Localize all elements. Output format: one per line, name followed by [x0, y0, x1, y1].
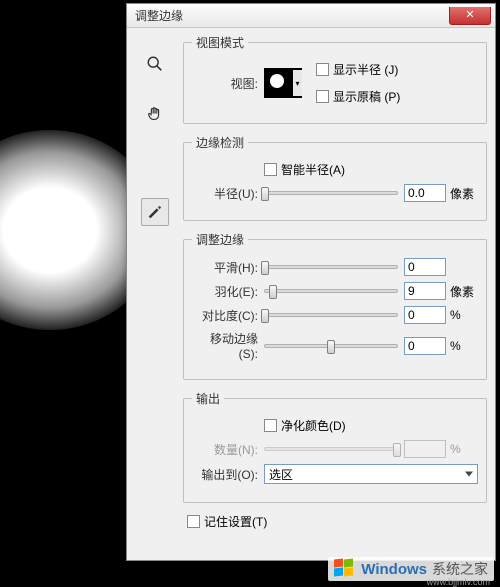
checkbox-box: [264, 419, 277, 432]
radius-input[interactable]: [404, 184, 446, 202]
output-to-value: 选区: [269, 466, 293, 483]
radius-slider[interactable]: [264, 191, 398, 195]
slider-thumb[interactable]: [261, 187, 269, 201]
shift-edge-unit: %: [450, 339, 478, 353]
smooth-input[interactable]: [404, 258, 446, 276]
view-mode-dropdown[interactable]: ▾: [264, 68, 302, 98]
tool-column: [135, 50, 175, 226]
shift-edge-slider[interactable]: [264, 344, 398, 348]
view-label: 视图:: [192, 75, 264, 92]
output-legend: 输出: [192, 390, 224, 407]
output-to-label: 输出到(O):: [192, 466, 264, 483]
chevron-down-icon: [465, 472, 473, 477]
dialog-title: 调整边缘: [135, 7, 183, 24]
amount-label: 数量(N):: [192, 441, 264, 458]
watermark-brand: Windows: [361, 561, 427, 578]
slider-thumb[interactable]: [261, 309, 269, 323]
shift-edge-label: 移动边缘(S):: [192, 330, 264, 361]
close-button[interactable]: ✕: [449, 7, 491, 25]
zoom-tool-button[interactable]: [141, 50, 169, 78]
feather-label: 羽化(E):: [192, 283, 264, 300]
radius-unit: 像素: [450, 185, 478, 202]
feather-input[interactable]: [404, 282, 446, 300]
watermark-url: www.bjjmlv.com: [427, 577, 490, 587]
amount-input: [404, 440, 446, 458]
adjust-edge-group: 调整边缘 平滑(H): 羽化(E): 像素: [183, 231, 487, 380]
view-mode-legend: 视图模式: [192, 34, 248, 51]
output-to-select[interactable]: 选区: [264, 464, 478, 484]
checkbox-box: [187, 515, 200, 528]
show-radius-label: 显示半径 (J): [333, 61, 398, 78]
slider-thumb[interactable]: [327, 340, 335, 354]
amount-unit: %: [450, 442, 478, 456]
output-group: 输出 净化颜色(D) 数量(N): % 输出到(O):: [183, 390, 487, 503]
contrast-unit: %: [450, 308, 478, 322]
decontaminate-checkbox[interactable]: 净化颜色(D): [264, 417, 346, 434]
shift-edge-input[interactable]: [404, 337, 446, 355]
brush-icon: [146, 203, 164, 221]
view-mode-group: 视图模式 视图: ▾ 显示半径 (J) 显示原稿 (: [183, 34, 487, 124]
watermark-brand-cn: 系统之家: [432, 559, 488, 579]
smart-radius-label: 智能半径(A): [281, 161, 345, 178]
checkbox-box: [316, 90, 329, 103]
smooth-label: 平滑(H):: [192, 259, 264, 276]
refine-brush-tool-button[interactable]: [141, 198, 169, 226]
decontaminate-label: 净化颜色(D): [281, 417, 346, 434]
checkbox-box: [264, 163, 277, 176]
close-icon: ✕: [465, 9, 474, 21]
radius-label: 半径(U):: [192, 185, 264, 202]
show-original-label: 显示原稿 (P): [333, 88, 400, 105]
checkbox-box: [316, 63, 329, 76]
contrast-label: 对比度(C):: [192, 307, 264, 324]
titlebar: 调整边缘 ✕: [127, 4, 495, 28]
feather-slider[interactable]: [264, 289, 398, 293]
refine-edge-dialog: 调整边缘 ✕ 视图模式 视图:: [126, 3, 496, 561]
smooth-slider[interactable]: [264, 265, 398, 269]
windows-logo-icon: [334, 559, 356, 579]
slider-thumb[interactable]: [269, 285, 277, 299]
smart-radius-checkbox[interactable]: 智能半径(A): [264, 161, 345, 178]
edge-detection-legend: 边缘检测: [192, 134, 248, 151]
amount-slider: [264, 447, 398, 451]
magnifier-icon: [146, 55, 164, 73]
hand-tool-button[interactable]: [141, 100, 169, 128]
view-swatch-icon: [270, 74, 284, 88]
edge-detection-group: 边缘检测 智能半径(A) 半径(U): 像素: [183, 134, 487, 221]
contrast-slider[interactable]: [264, 313, 398, 317]
slider-thumb: [393, 443, 401, 457]
hand-icon: [146, 105, 164, 123]
chevron-down-icon: ▾: [292, 70, 302, 96]
show-radius-checkbox[interactable]: 显示半径 (J): [316, 61, 400, 78]
feather-unit: 像素: [450, 283, 478, 300]
adjust-edge-legend: 调整边缘: [192, 231, 248, 248]
show-original-checkbox[interactable]: 显示原稿 (P): [316, 88, 400, 105]
remember-settings-checkbox[interactable]: 记住设置(T): [187, 513, 267, 530]
contrast-input[interactable]: [404, 306, 446, 324]
slider-thumb[interactable]: [261, 261, 269, 275]
remember-settings-label: 记住设置(T): [204, 513, 267, 530]
